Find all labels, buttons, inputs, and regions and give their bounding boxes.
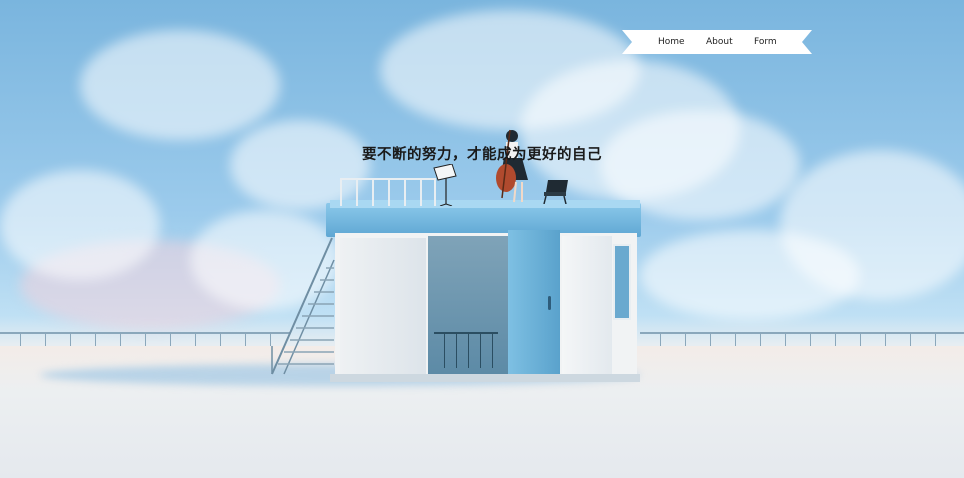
chair — [543, 180, 568, 204]
nav-about-link[interactable]: About — [706, 36, 733, 48]
hero-background — [0, 0, 964, 478]
nav-home-link[interactable]: Home — [658, 36, 685, 48]
building-wall — [340, 238, 426, 374]
building-base — [330, 374, 640, 382]
door-handle — [548, 296, 551, 310]
building-roof — [326, 203, 641, 237]
cloud — [80, 30, 280, 140]
nav-form-link[interactable]: Form — [754, 36, 777, 48]
roof-railing — [340, 178, 436, 206]
staircase — [271, 237, 335, 375]
door — [508, 230, 560, 376]
building-wall — [562, 236, 612, 376]
hero-headline: 要不断的努力，才能成为更好的自己 — [362, 147, 602, 163]
window — [613, 244, 631, 320]
cloud — [0, 170, 160, 280]
inner-railing — [434, 332, 498, 368]
music-stand — [433, 164, 457, 206]
cloud — [640, 230, 860, 320]
cellist-figure — [496, 129, 528, 203]
nav-ribbon: Home About Form — [622, 30, 812, 54]
